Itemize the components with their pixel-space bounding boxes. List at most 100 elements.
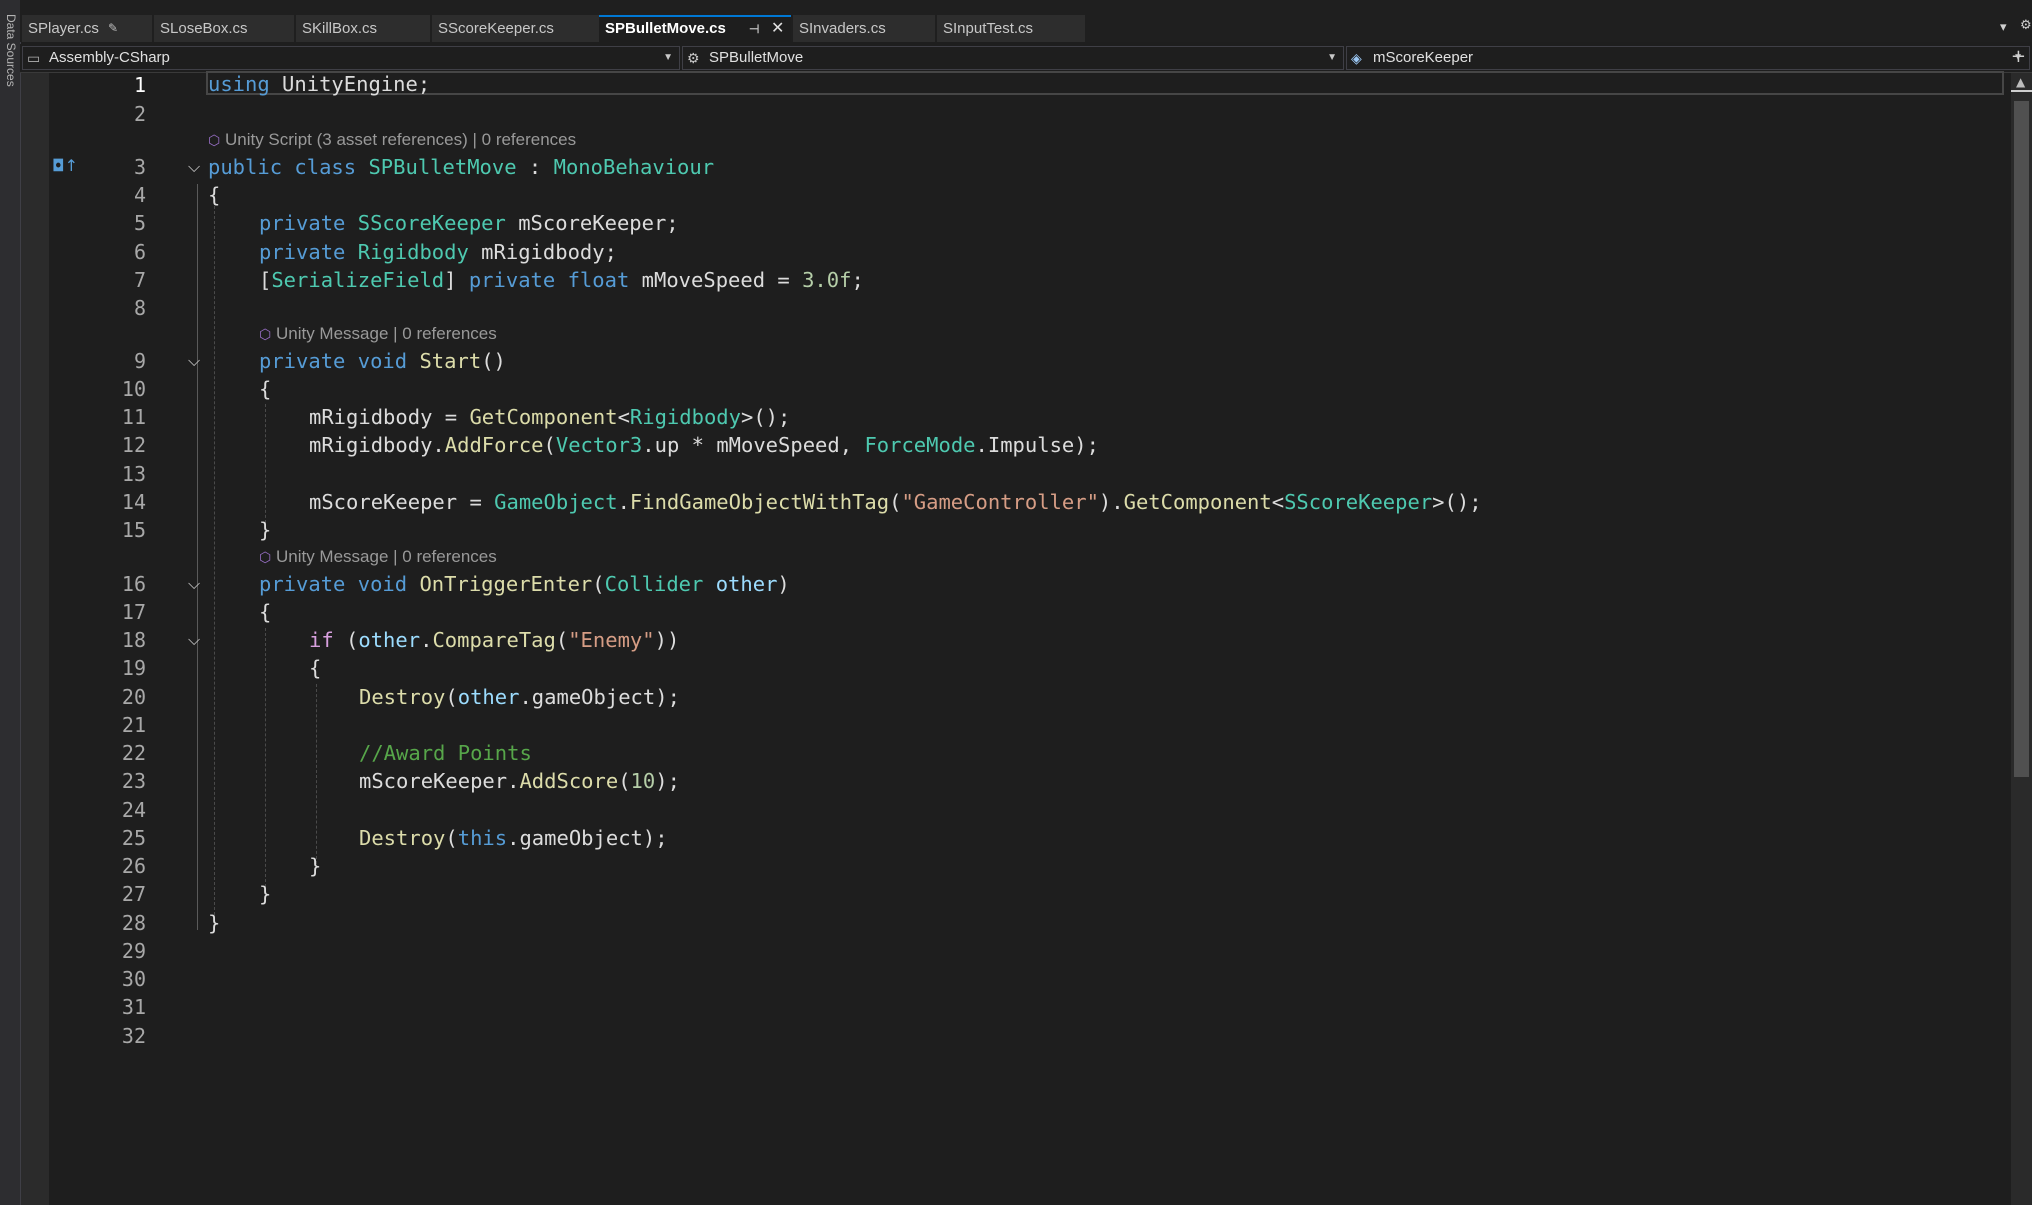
code-token: ) xyxy=(777,572,790,596)
line-number: 12 xyxy=(121,433,146,457)
code-token: ( xyxy=(592,572,605,596)
code-line-14[interactable]: mScoreKeeper = GameObject.FindGameObject… xyxy=(309,490,1482,514)
codelens-trigger[interactable]: ⬡ Unity Message | 0 references xyxy=(259,547,497,567)
code-line-26[interactable]: } xyxy=(309,854,321,878)
codelens-start[interactable]: ⬡ Unity Message | 0 references xyxy=(259,324,497,344)
line-number: 32 xyxy=(121,1024,146,1048)
split-editor-icon[interactable]: + xyxy=(2011,46,2026,67)
line-number: 30 xyxy=(121,967,146,991)
tab-label: SInvaders.cs xyxy=(799,20,886,37)
code-token: () xyxy=(481,349,506,373)
code-line-20[interactable]: Destroy(other.gameObject); xyxy=(359,685,680,709)
code-token: { xyxy=(259,600,272,624)
tab-list-chevron-down-icon[interactable]: ▾ xyxy=(2000,20,2007,35)
code-line-23[interactable]: mScoreKeeper.AddScore(10); xyxy=(359,769,680,793)
code-token: mScoreKeeper. xyxy=(359,769,520,793)
tab-sscorekeeper[interactable]: SScoreKeeper.cs xyxy=(432,15,604,42)
line-number: 21 xyxy=(121,713,146,737)
tab-splayer[interactable]: SPlayer.cs ✎ xyxy=(22,15,152,42)
implements-icon[interactable]: ◘↑ xyxy=(52,156,78,175)
project-dropdown[interactable]: ▭ Assembly-CSharp ▼ xyxy=(22,46,680,70)
fold-toggle-chevron-down-icon[interactable]: ⌵ xyxy=(188,157,200,177)
code-token: } xyxy=(208,911,221,935)
code-line-19[interactable]: { xyxy=(309,656,321,680)
indent-guide xyxy=(265,404,266,528)
tab-slosebox[interactable]: SLoseBox.cs xyxy=(154,15,294,42)
side-panel-strip[interactable]: Data Sources xyxy=(0,0,21,1205)
indicator-margin[interactable] xyxy=(21,73,49,1205)
code-token: ; xyxy=(851,268,864,292)
line-number: 9 xyxy=(133,349,146,373)
code-token: ForceMode xyxy=(864,433,976,457)
code-line-27[interactable]: } xyxy=(259,882,271,906)
code-token: private xyxy=(259,240,346,264)
code-token: ( xyxy=(543,433,556,457)
code-line-12[interactable]: mRigidbody.AddForce(Vector3.up * mMoveSp… xyxy=(309,433,1099,457)
fold-toggle-chevron-down-icon[interactable]: ⌵ xyxy=(188,574,200,594)
code-token: ). xyxy=(1098,490,1124,514)
code-token: public xyxy=(208,155,283,179)
code-token: .Impulse); xyxy=(975,433,1099,457)
code-line-10[interactable]: { xyxy=(259,377,271,401)
pin-icon[interactable]: ⊣ xyxy=(749,17,759,41)
code-line-17[interactable]: { xyxy=(259,600,271,624)
tab-sinputtest[interactable]: SInputTest.cs xyxy=(937,15,1085,42)
code-line-9[interactable]: private void Start() xyxy=(259,349,506,373)
code-line-5[interactable]: private SScoreKeeper mScoreKeeper; xyxy=(259,211,679,235)
tab-spbulletmove[interactable]: SPBulletMove.cs ⊣ ✕ xyxy=(599,15,791,42)
fold-region-start xyxy=(197,364,198,534)
tab-sinvaders[interactable]: SInvaders.cs xyxy=(793,15,935,42)
unity-message-icon: ⬡ xyxy=(259,326,272,342)
code-token: ( xyxy=(889,490,902,514)
data-sources-tab[interactable]: Data Sources xyxy=(2,14,18,87)
line-number: 22 xyxy=(121,741,146,765)
code-line-15[interactable]: } xyxy=(259,518,271,542)
close-icon[interactable]: ✕ xyxy=(771,17,784,41)
fold-toggle-chevron-down-icon[interactable]: ⌵ xyxy=(188,351,200,371)
code-token: : xyxy=(516,155,554,179)
code-token: >(); xyxy=(741,405,791,429)
document-tab-bar: SPlayer.cs ✎ SLoseBox.cs SKillBox.cs SSc… xyxy=(20,0,2032,42)
code-token: >(); xyxy=(1432,490,1482,514)
code-line-18[interactable]: if (other.CompareTag("Enemy")) xyxy=(309,628,679,652)
line-number: 25 xyxy=(121,826,146,850)
fold-toggle-chevron-down-icon[interactable]: ⌵ xyxy=(188,630,200,650)
code-token: float xyxy=(567,268,630,292)
caret-position-marker xyxy=(2011,90,2032,92)
scrollbar-thumb[interactable] xyxy=(2014,101,2029,777)
code-line-1[interactable]: using UnityEngine; xyxy=(208,72,430,96)
code-line-4[interactable]: { xyxy=(208,183,220,207)
code-line-7[interactable]: [SerializeField] private float mMoveSpee… xyxy=(259,268,864,292)
gear-icon[interactable]: ⚙ xyxy=(2020,18,2032,33)
pin-icon[interactable]: ✎ xyxy=(108,15,118,42)
code-line-22[interactable]: //Award Points xyxy=(359,741,532,765)
code-line-6[interactable]: private Rigidbody mRigidbody; xyxy=(259,240,617,264)
line-number: 28 xyxy=(121,911,146,935)
scroll-up-arrow-icon[interactable]: ▲ xyxy=(2016,75,2025,89)
tab-skillbox[interactable]: SKillBox.cs xyxy=(296,15,430,42)
tab-label: SInputTest.cs xyxy=(943,20,1034,37)
code-line-28[interactable]: } xyxy=(208,911,220,935)
type-dropdown[interactable]: ⚙ SPBulletMove ▼ xyxy=(682,46,1344,70)
code-token: 3.0f xyxy=(802,268,852,292)
code-line-16[interactable]: private void OnTriggerEnter(Collider oth… xyxy=(259,572,790,596)
code-token: mRigidbody = xyxy=(309,405,470,429)
code-token: private xyxy=(259,211,346,235)
vertical-scrollbar[interactable]: ▲ xyxy=(2011,73,2032,1205)
code-line-25[interactable]: Destroy(this.gameObject); xyxy=(359,826,668,850)
line-number: 14 xyxy=(121,490,146,514)
code-token: mRigidbody. xyxy=(309,433,445,457)
type-name: SPBulletMove xyxy=(709,49,804,66)
member-dropdown[interactable]: ◈ mScoreKeeper ▼ xyxy=(1346,46,2030,70)
unity-script-icon: ⬡ xyxy=(208,132,221,148)
line-number: 18 xyxy=(121,628,146,652)
code-line-11[interactable]: mRigidbody = GetComponent<Rigidbody>(); xyxy=(309,405,790,429)
code-token: using xyxy=(208,72,270,96)
codelens-class[interactable]: ⬡ Unity Script (3 asset references) | 0 … xyxy=(208,130,576,150)
code-line-3[interactable]: public class SPBulletMove : MonoBehaviou… xyxy=(208,155,714,179)
code-token: void xyxy=(357,349,408,373)
